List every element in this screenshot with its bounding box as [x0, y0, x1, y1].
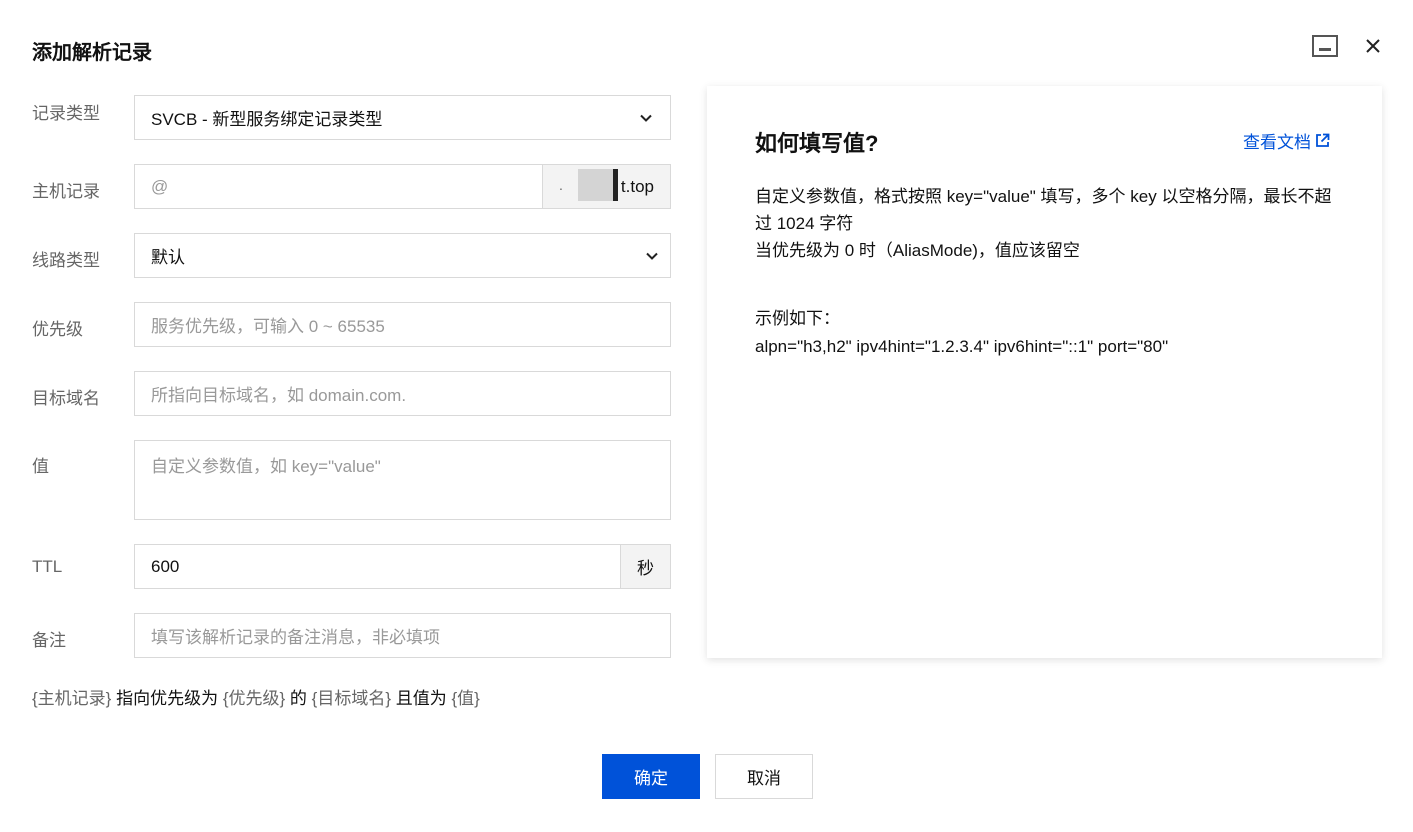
- target-domain-input[interactable]: 所指向目标域名，如 domain.com.: [134, 371, 671, 416]
- line-type-select[interactable]: 默认: [134, 233, 671, 278]
- host-placeholder: @: [151, 176, 169, 196]
- suffix-dot: .: [559, 177, 563, 193]
- line-type-label: 线路类型: [32, 251, 100, 270]
- help-desc-line-2: 当优先级为 0 时（AliasMode)，值应该留空: [755, 241, 1080, 260]
- minimize-icon: [1312, 35, 1338, 57]
- domain-suffix: . t.top: [542, 165, 670, 208]
- ttl-unit: 秒: [620, 545, 670, 588]
- line-type-value: 默认: [151, 248, 185, 267]
- host-input[interactable]: @ . t.top: [134, 164, 671, 209]
- remark-input[interactable]: 填写该解析记录的备注消息，非必填项: [134, 613, 671, 658]
- chevron-down-icon: [640, 114, 652, 122]
- value-label: 值: [32, 457, 49, 476]
- target-label: 目标域名: [32, 389, 100, 408]
- record-type-label: 记录类型: [32, 104, 100, 123]
- external-link-icon: [1316, 133, 1330, 147]
- remark-placeholder: 填写该解析记录的备注消息，非必填项: [151, 628, 440, 647]
- ttl-input[interactable]: 600 秒: [134, 544, 671, 589]
- redacted-block: [578, 169, 614, 201]
- summary-text-2: 的: [289, 689, 307, 708]
- view-docs-link[interactable]: 查看文档: [1243, 128, 1330, 153]
- value-textarea[interactable]: 自定义参数值，如 key="value": [134, 440, 671, 520]
- redacted-bar: [613, 169, 618, 201]
- value-placeholder: 自定义参数值，如 key="value": [151, 457, 381, 476]
- summary-priority-token: {优先级}: [222, 689, 286, 708]
- remark-label: 备注: [32, 631, 66, 650]
- help-panel: 如何填写值? 查看文档 自定义参数值，格式按照 key="value" 填写，多…: [707, 86, 1382, 658]
- minimize-button[interactable]: [1311, 32, 1339, 60]
- cancel-button[interactable]: 取消: [715, 754, 813, 799]
- priority-input[interactable]: 服务优先级，可输入 0 ~ 65535: [134, 302, 671, 347]
- suffix-text: t.top: [620, 176, 654, 196]
- ttl-value: 600: [151, 556, 180, 576]
- close-button[interactable]: [1359, 32, 1387, 60]
- help-desc-line-1: 自定义参数值，格式按照 key="value" 填写，多个 key 以空格分隔，…: [755, 187, 1332, 233]
- target-placeholder: 所指向目标域名，如 domain.com.: [151, 386, 407, 405]
- close-icon: [1366, 39, 1380, 53]
- priority-label: 优先级: [32, 320, 83, 339]
- dialog-title: 添加解析记录: [32, 42, 152, 64]
- summary-text-1: 指向优先级为: [116, 689, 219, 708]
- priority-placeholder: 服务优先级，可输入 0 ~ 65535: [151, 317, 385, 336]
- host-label: 主机记录: [32, 182, 100, 201]
- help-description: 自定义参数值，格式按照 key="value" 填写，多个 key 以空格分隔，…: [755, 183, 1335, 264]
- record-type-value: SVCB - 新型服务绑定记录类型: [151, 110, 383, 129]
- help-example-code: alpn="h3,h2" ipv4hint="1.2.3.4" ipv6hint…: [755, 337, 1169, 356]
- record-summary: {主机记录} 指向优先级为 {优先级} 的 {目标域名} 且值为 {值}: [32, 684, 480, 709]
- help-example-label: 示例如下：: [755, 309, 840, 328]
- summary-target-token: {目标域名}: [311, 689, 392, 708]
- chevron-down-icon: [646, 252, 658, 260]
- summary-value-token: {值}: [451, 689, 480, 708]
- summary-host-token: {主机记录}: [32, 689, 112, 708]
- confirm-button[interactable]: 确定: [602, 754, 700, 799]
- help-title: 如何填写值?: [755, 131, 879, 156]
- record-type-select[interactable]: SVCB - 新型服务绑定记录类型: [134, 95, 671, 140]
- view-docs-label: 查看文档: [1243, 133, 1311, 152]
- ttl-label: TTL: [32, 557, 63, 576]
- summary-text-3: 且值为: [395, 689, 447, 708]
